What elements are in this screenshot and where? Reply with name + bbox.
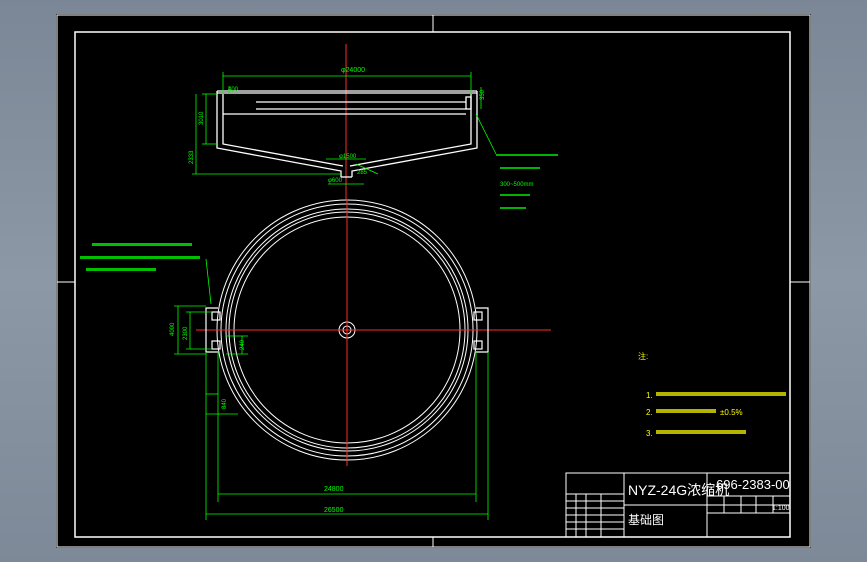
dim-outlet-600: φ600 bbox=[328, 178, 343, 184]
drawing-scale: 1:100 bbox=[772, 505, 790, 512]
note-3-text bbox=[656, 430, 746, 434]
notes-title: 注: bbox=[638, 351, 648, 361]
notes-block: 注: 1. 2. ±0.5% 3. bbox=[638, 351, 786, 438]
dim-center-1500: φ1500 bbox=[339, 154, 357, 160]
note-2-number: 2. bbox=[646, 408, 653, 417]
dim-top-diameter: φ24000 bbox=[341, 67, 365, 74]
dim-pad-4000: 4000 bbox=[170, 322, 176, 336]
note-2-tolerance: ±0.5% bbox=[720, 408, 743, 417]
left-annotation bbox=[80, 243, 200, 271]
outer-frame bbox=[56, 14, 811, 548]
cad-viewport[interactable]: φ24000 400 3010 2333 350 φ1500 φ600 285 … bbox=[56, 14, 811, 548]
dim-pad-840: 840 bbox=[222, 398, 228, 409]
dim-pad-240: 240 bbox=[240, 339, 246, 350]
drawing-type: 基础图 bbox=[628, 513, 664, 527]
dim-width-24800: 24800 bbox=[324, 486, 344, 493]
plan-view: 24800 26500 4000 2300 240 840 bbox=[80, 199, 551, 520]
dim-depth-3010: 3010 bbox=[199, 111, 205, 125]
title-block: NYZ-24G浓缩机 696-2383-00 基础图 1:100 bbox=[565, 472, 791, 538]
dim-depth-2333: 2333 bbox=[189, 150, 195, 164]
tank-section-outline bbox=[216, 90, 478, 178]
dim-rim-400: 400 bbox=[228, 87, 239, 93]
product-name: NYZ-24G浓缩机 bbox=[628, 482, 729, 498]
drawing-sheet: φ24000 400 3010 2333 350 φ1500 φ600 285 … bbox=[56, 14, 811, 548]
dim-width-26500: 26500 bbox=[324, 507, 344, 514]
note-3-number: 3. bbox=[646, 429, 653, 438]
note-1-number: 1. bbox=[646, 391, 653, 400]
note-2-text bbox=[656, 409, 716, 413]
plan-centerlines bbox=[196, 199, 551, 466]
dim-pad-2300: 2300 bbox=[183, 326, 189, 340]
dim-offset-285: 285 bbox=[357, 170, 368, 176]
dim-right-350: 350 bbox=[480, 89, 486, 100]
section-view: φ24000 400 3010 2333 350 φ1500 φ600 285 … bbox=[189, 44, 558, 209]
inner-frame bbox=[74, 31, 791, 538]
centering-marks bbox=[57, 15, 810, 547]
note-1-text bbox=[656, 392, 786, 396]
depth-range-text: 300~500mm bbox=[500, 182, 534, 188]
drawing-number: 696-2383-00 bbox=[716, 477, 790, 492]
